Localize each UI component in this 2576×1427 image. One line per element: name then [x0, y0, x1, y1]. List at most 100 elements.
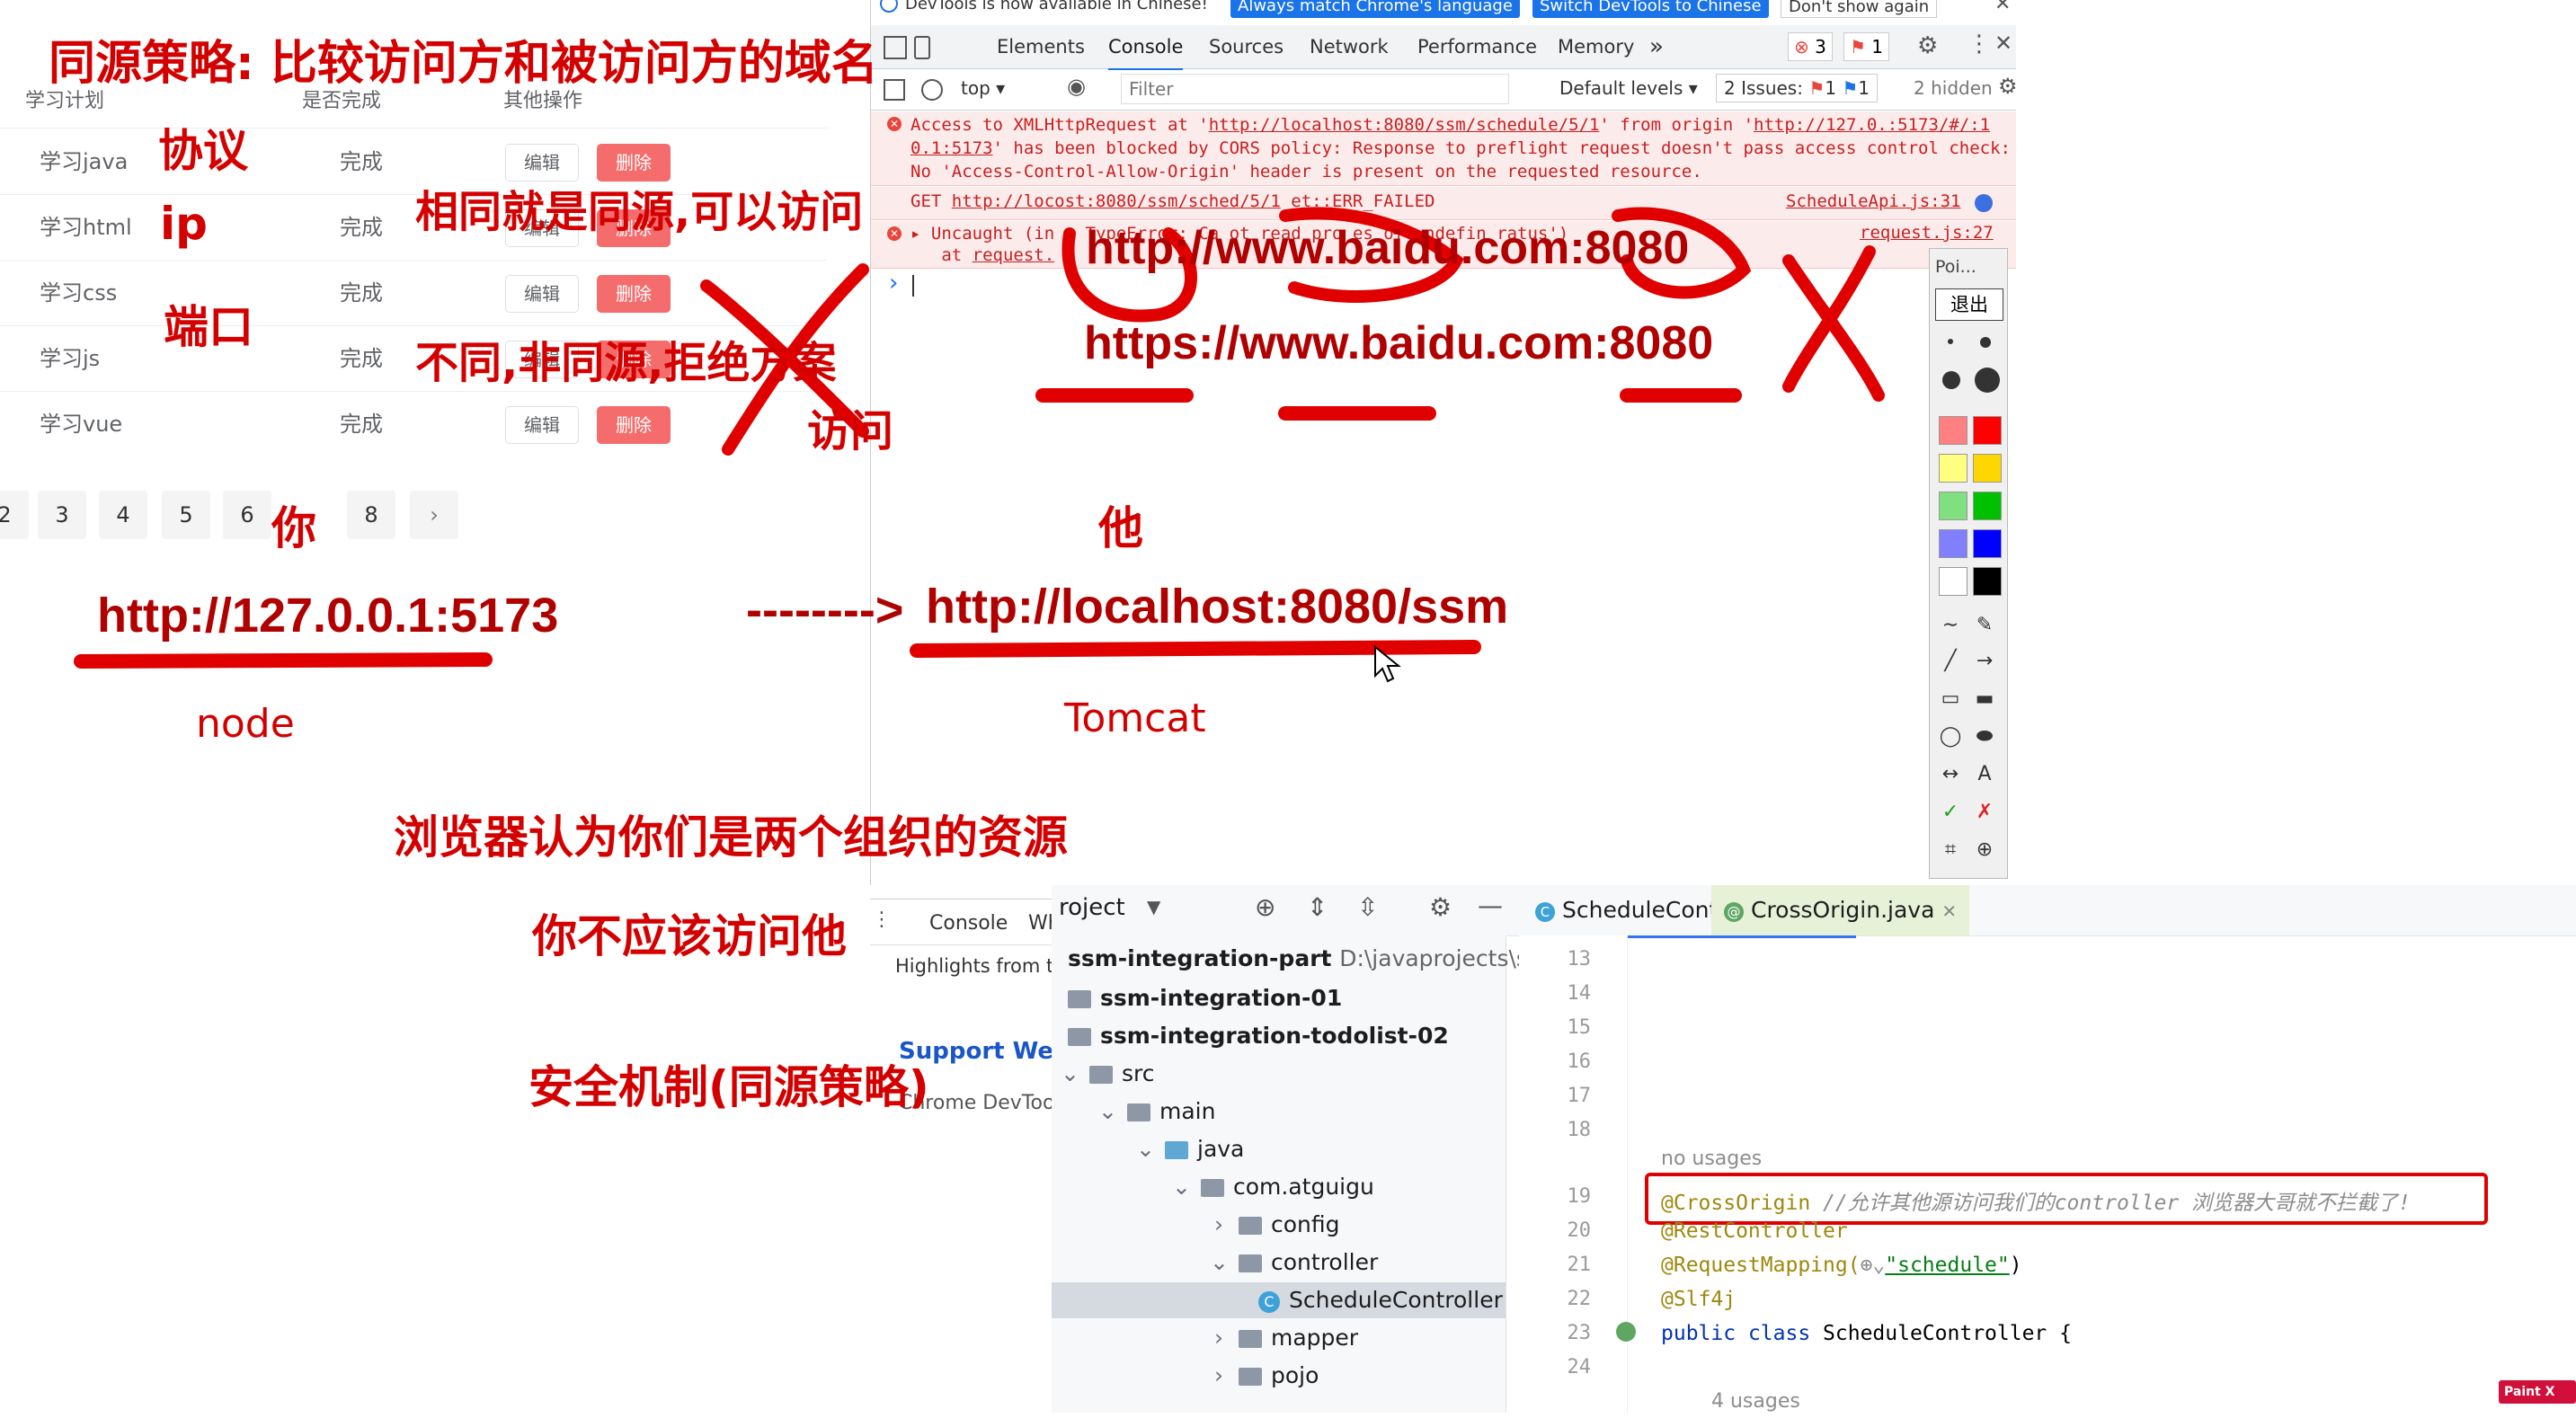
clear-console-icon[interactable]: [921, 79, 943, 101]
sidebar-toggle-icon[interactable]: [884, 79, 905, 101]
dont-show-button[interactable]: Don't show again: [1781, 0, 1938, 18]
arrow-tool-icon[interactable]: →: [1969, 646, 2000, 677]
tree-node-root[interactable]: ssm-integration-part D:\javaprojects\ssm…: [1068, 941, 1576, 977]
brush-size-l[interactable]: [1975, 368, 2000, 393]
levels-select[interactable]: Default levels ▾: [1559, 77, 1698, 99]
ellipse-tool-icon[interactable]: ◯: [1935, 722, 1966, 752]
inspect-icon[interactable]: [884, 36, 907, 59]
tab-network[interactable]: Network: [1310, 25, 1389, 68]
edit-button[interactable]: 编辑: [505, 275, 579, 313]
collapse-all-icon[interactable]: ⇳: [1357, 892, 1378, 922]
filled-ellipse-tool-icon[interactable]: ⬬: [1969, 722, 2000, 752]
tab-cross-origin[interactable]: @ CrossOrigin.java ✕: [1711, 885, 1970, 935]
tree-node-mapper[interactable]: › mapper: [1210, 1320, 1358, 1356]
color-swatch-white[interactable]: [1939, 567, 1968, 596]
rectangle-tool-icon[interactable]: ▭: [1935, 684, 1966, 714]
settings-gear-icon[interactable]: ⚙: [1917, 32, 1938, 59]
delete-button[interactable]: 删除: [597, 275, 671, 313]
tree-node-controller[interactable]: ⌄ controller: [1210, 1245, 1378, 1281]
tree-node-src[interactable]: ⌄ src: [1061, 1056, 1155, 1092]
tree-node-module-01[interactable]: ssm-integration-01: [1068, 980, 1342, 1016]
brush-size-m[interactable]: [1942, 371, 1960, 389]
next-page-button[interactable]: ›: [410, 491, 458, 539]
device-toolbar-icon[interactable]: [914, 36, 930, 59]
color-swatch-green[interactable]: [1973, 492, 2002, 520]
drawer-tab-console[interactable]: Console: [929, 912, 1008, 935]
origin-link[interactable]: http://127.0.: [1754, 115, 1888, 135]
color-swatch-black[interactable]: [1973, 567, 2002, 596]
color-swatch-blue[interactable]: [1973, 529, 2002, 558]
color-swatch-light-red[interactable]: [1939, 416, 1968, 445]
color-swatch-light-yellow[interactable]: [1939, 454, 1968, 483]
tree-node-pojo[interactable]: › pojo: [1210, 1358, 1319, 1394]
freehand-tool-icon[interactable]: ∼: [1935, 610, 1966, 641]
hide-panel-icon[interactable]: —: [1478, 891, 1503, 920]
cross-tool-icon[interactable]: ✗: [1969, 797, 2000, 828]
context-select[interactable]: top ▾: [961, 77, 1005, 99]
double-arrow-tool-icon[interactable]: ↔: [1935, 759, 1966, 790]
page-5-button[interactable]: 5: [162, 491, 210, 539]
edit-button[interactable]: 编辑: [505, 406, 579, 444]
options-gear-icon[interactable]: ⚙: [1429, 892, 1452, 922]
filter-input[interactable]: Filter: [1121, 74, 1509, 104]
tree-node-module-todolist[interactable]: ssm-integration-todolist-02: [1068, 1018, 1449, 1054]
page-8-button[interactable]: 8: [347, 491, 395, 539]
tab-performance[interactable]: Performance: [1417, 25, 1537, 68]
eye-icon[interactable]: ◉: [1067, 74, 1086, 99]
match-language-button[interactable]: Always match Chrome's language: [1230, 0, 1520, 18]
close-tab-icon[interactable]: ✕: [1941, 900, 1957, 922]
tree-node-main[interactable]: ⌄ main: [1098, 1094, 1215, 1130]
zoom-tool-icon[interactable]: ⊕: [1969, 835, 2000, 865]
delete-button[interactable]: 删除: [597, 406, 671, 444]
brush-size-s[interactable]: [1980, 337, 1991, 348]
console-settings-icon[interactable]: ⚙: [1998, 74, 2018, 99]
kebab-menu-icon[interactable]: ⋮: [1968, 31, 1991, 58]
drawer-menu-icon[interactable]: ⋮: [872, 908, 892, 931]
spring-bean-icon[interactable]: [1616, 1322, 1636, 1342]
page-6-button[interactable]: 6: [223, 491, 271, 539]
color-swatch-yellow[interactable]: [1973, 454, 2002, 483]
line-gutter: 13 14 15 16 17 18 19 20 21 22 23 24: [1519, 935, 1636, 1413]
issues-button[interactable]: 2 Issues: ⚑1 ⚑1: [1716, 74, 1879, 102]
error-counter[interactable]: ⊗ 3: [1788, 32, 1833, 61]
text-tool-icon[interactable]: A: [1969, 759, 2000, 790]
tree-node-java[interactable]: ⌄ java: [1136, 1131, 1244, 1167]
switch-chinese-button[interactable]: Switch DevTools to Chinese: [1532, 0, 1769, 18]
get-url-link[interactable]: http://loc: [952, 191, 1054, 211]
close-banner-icon[interactable]: ✕: [1994, 0, 2011, 15]
check-tool-icon[interactable]: ✓: [1935, 797, 1966, 828]
ai-explain-icon[interactable]: [1975, 194, 1993, 212]
annotation-should-not: 你不应该访问他: [532, 910, 847, 962]
console-prompt[interactable]: ›: [889, 270, 898, 297]
tree-node-config[interactable]: › config: [1210, 1207, 1340, 1243]
source-link-scheduleapi[interactable]: ScheduleApi.js:31: [1786, 191, 1960, 211]
brush-size-xs[interactable]: [1948, 339, 1953, 344]
tree-node-schedule-controller[interactable]: C ScheduleController: [1258, 1282, 1503, 1318]
source-link-request[interactable]: request.js:27: [1860, 223, 1994, 243]
warning-counter[interactable]: ⚑ 1: [1843, 32, 1890, 61]
palette-exit-button[interactable]: 退出: [1935, 288, 2003, 321]
crop-tool-icon[interactable]: ⌗: [1935, 835, 1966, 865]
tree-node-com-atguigu[interactable]: ⌄ com.atguigu: [1172, 1169, 1374, 1205]
filled-rectangle-tool-icon[interactable]: ▬: [1969, 684, 2000, 714]
page-4-button[interactable]: 4: [99, 491, 147, 539]
expand-all-icon[interactable]: ⇕: [1307, 892, 1328, 922]
page-2-button[interactable]: 2: [0, 491, 29, 539]
tab-console[interactable]: Console: [1108, 25, 1184, 71]
color-swatch-light-blue[interactable]: [1939, 529, 1968, 558]
tab-elements[interactable]: Elements: [997, 25, 1085, 68]
console-error-get: GET http://locost:8080/ssm/sched/5/1 et:…: [871, 187, 2016, 220]
line-tool-icon[interactable]: ╱: [1935, 646, 1966, 677]
marker-tool-icon[interactable]: ✎: [1969, 610, 2000, 641]
page-3-button[interactable]: 3: [38, 491, 86, 539]
chevron-down-icon[interactable]: ▼: [1147, 896, 1160, 917]
error-url-link[interactable]: http://localhost:8080/ssm/schedule/5/1: [1209, 115, 1600, 135]
color-swatch-red[interactable]: [1973, 416, 2002, 445]
project-label[interactable]: roject: [1059, 894, 1125, 921]
locate-icon[interactable]: ⊕: [1255, 892, 1275, 922]
close-devtools-icon[interactable]: ✕: [1994, 31, 2012, 56]
tab-sources[interactable]: Sources: [1209, 25, 1284, 68]
color-swatch-light-green[interactable]: [1939, 492, 1968, 520]
more-tabs-icon[interactable]: »: [1649, 25, 1664, 68]
tab-memory[interactable]: Memory: [1558, 25, 1634, 68]
